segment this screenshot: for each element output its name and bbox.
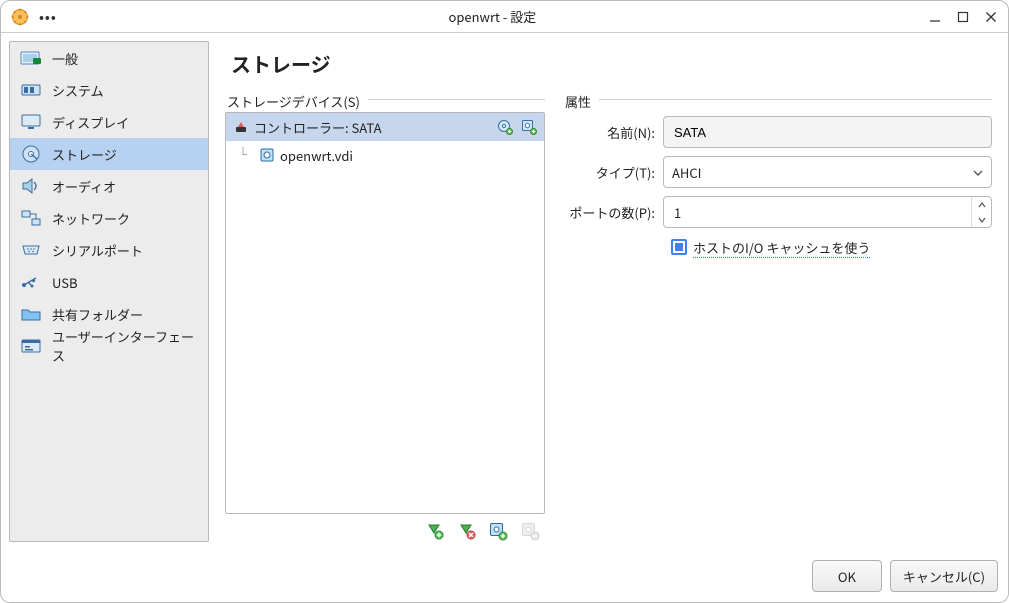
- io-cache-checkbox[interactable]: [671, 239, 687, 255]
- attributes-column: 属性 名前(N): タイプ(T): AHCI: [563, 92, 992, 542]
- sidebar-item-general[interactable]: 一般: [10, 42, 208, 74]
- close-button[interactable]: [984, 10, 998, 24]
- port-spinner[interactable]: 1: [663, 196, 992, 228]
- sidebar-item-network[interactable]: ネットワーク: [10, 202, 208, 234]
- port-value: 1: [664, 203, 971, 222]
- window-controls: [928, 10, 998, 24]
- sidebar-item-label: 一般: [52, 49, 78, 68]
- usb-icon: [20, 272, 42, 292]
- remove-attachment-button[interactable]: [519, 520, 541, 542]
- sidebar-item-label: ネットワーク: [52, 209, 130, 228]
- chevron-down-icon: [973, 163, 983, 182]
- sidebar-item-label: オーディオ: [52, 177, 116, 196]
- type-label: タイプ(T):: [563, 163, 663, 182]
- vdi-icon: [258, 146, 276, 164]
- audio-icon: [20, 176, 42, 196]
- sidebar-item-label: ディスプレイ: [52, 113, 129, 132]
- maximize-button[interactable]: [956, 10, 970, 24]
- system-icon: [20, 80, 42, 100]
- app-icon: [11, 8, 29, 26]
- dialog-footer: OK キャンセル(C): [1, 550, 1008, 602]
- sidebar-item-audio[interactable]: オーディオ: [10, 170, 208, 202]
- sidebar-item-usb[interactable]: USB: [10, 266, 208, 298]
- content-area: ストレージ ストレージデバイス(S): [217, 41, 1000, 542]
- category-sidebar: 一般 システム ディスプレイ: [9, 41, 209, 542]
- attachment-label: openwrt.vdi: [280, 146, 538, 165]
- storage-devices-column: ストレージデバイス(S) コントローラー: SATA: [225, 92, 545, 542]
- storage-tree-pane: コントローラー: SATA: [225, 112, 545, 514]
- ok-button[interactable]: OK: [812, 560, 882, 592]
- name-input[interactable]: [663, 116, 992, 148]
- io-cache-label[interactable]: ホストのI/O キャッシュを使う: [693, 238, 870, 257]
- add-optical-button[interactable]: [496, 118, 514, 136]
- controller-row[interactable]: コントローラー: SATA: [226, 113, 544, 141]
- spinner-buttons: [971, 197, 991, 227]
- folder-icon: [20, 304, 42, 324]
- network-icon: [20, 208, 42, 228]
- sidebar-item-system[interactable]: システム: [10, 74, 208, 106]
- sidebar-item-shared[interactable]: 共有フォルダー: [10, 298, 208, 330]
- sidebar-item-label: USB: [52, 273, 78, 292]
- minimize-button[interactable]: [928, 10, 942, 24]
- name-label: 名前(N):: [563, 123, 663, 142]
- add-controller-button[interactable]: [423, 520, 445, 542]
- sidebar-item-label: ストレージ: [52, 145, 117, 164]
- attachment-row[interactable]: └ openwrt.vdi: [226, 141, 544, 169]
- sidebar-item-label: システム: [52, 81, 104, 100]
- columns: ストレージデバイス(S) コントローラー: SATA: [225, 92, 992, 542]
- port-label: ポートの数(P):: [563, 203, 663, 222]
- titlebar: ••• openwrt - 設定: [1, 1, 1008, 33]
- attributes-group: 属性 名前(N): タイプ(T): AHCI: [563, 92, 992, 542]
- attributes-form: 名前(N): タイプ(T): AHCI: [563, 112, 992, 262]
- tree-branch-icon: └: [232, 148, 254, 163]
- general-icon: [20, 48, 42, 68]
- type-select[interactable]: AHCI: [663, 156, 992, 188]
- sidebar-item-serial[interactable]: シリアルポート: [10, 234, 208, 266]
- menu-dots-icon[interactable]: •••: [39, 7, 57, 26]
- ui-icon: [20, 336, 42, 356]
- io-cache-row: ホストのI/O キャッシュを使う: [563, 232, 992, 262]
- cancel-button[interactable]: キャンセル(C): [890, 560, 998, 592]
- storage-devices-group: ストレージデバイス(S) コントローラー: SATA: [225, 92, 545, 542]
- spinner-up-button[interactable]: [972, 197, 991, 212]
- page-title: ストレージ: [231, 49, 992, 78]
- add-attachment-button[interactable]: [487, 520, 509, 542]
- settings-window: ••• openwrt - 設定 一般: [0, 0, 1009, 603]
- spinner-down-button[interactable]: [972, 212, 991, 227]
- name-row: 名前(N):: [563, 112, 992, 152]
- storage-icon: [20, 144, 42, 164]
- type-value: AHCI: [672, 163, 701, 182]
- sidebar-item-storage[interactable]: ストレージ: [10, 138, 208, 170]
- type-row: タイプ(T): AHCI: [563, 152, 992, 192]
- group-title-storage-devices: ストレージデバイス(S): [225, 92, 368, 111]
- sidebar-item-label: ユーザーインターフェース: [52, 327, 198, 365]
- sata-controller-icon: [232, 118, 250, 136]
- display-icon: [20, 112, 42, 132]
- sidebar-item-ui[interactable]: ユーザーインターフェース: [10, 330, 208, 362]
- group-title-attributes: 属性: [563, 92, 599, 111]
- main-area: 一般 システム ディスプレイ: [1, 33, 1008, 550]
- remove-controller-button[interactable]: [455, 520, 477, 542]
- window-title: openwrt - 設定: [57, 7, 928, 26]
- sidebar-item-label: シリアルポート: [52, 241, 143, 260]
- storage-toolbar: [225, 514, 545, 542]
- sidebar-item-label: 共有フォルダー: [52, 305, 143, 324]
- add-harddisk-button[interactable]: [520, 118, 538, 136]
- sidebar-item-display[interactable]: ディスプレイ: [10, 106, 208, 138]
- port-row: ポートの数(P): 1: [563, 192, 992, 232]
- storage-tree[interactable]: コントローラー: SATA: [226, 113, 544, 513]
- serial-icon: [20, 240, 42, 260]
- controller-label: コントローラー: SATA: [254, 118, 490, 137]
- client-area: 一般 システム ディスプレイ: [1, 33, 1008, 602]
